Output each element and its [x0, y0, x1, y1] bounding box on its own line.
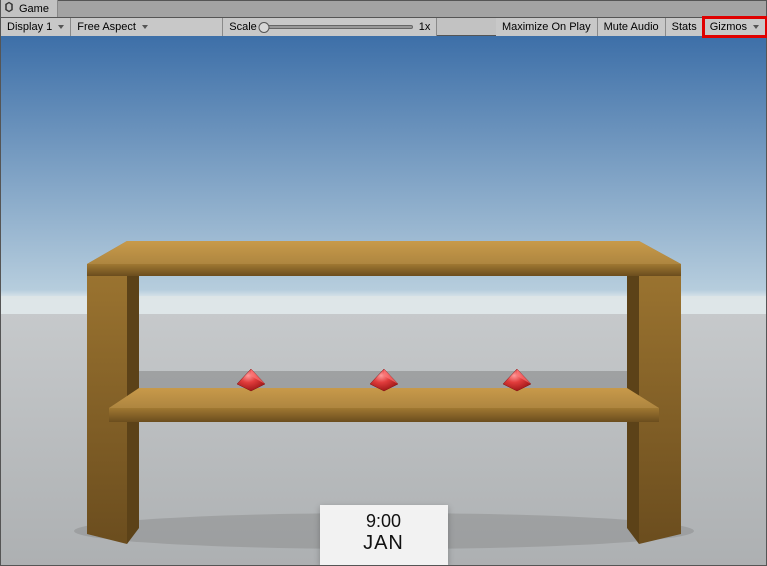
scale-slider[interactable] [263, 25, 413, 29]
toolbar: Display 1 Free Aspect Scale 1x Maximize … [1, 18, 766, 36]
gizmos-dropdown[interactable]: Gizmos [704, 18, 766, 36]
game-viewport: 9:00 JAN [1, 36, 766, 565]
scale-slider-thumb[interactable] [258, 22, 269, 33]
scale-control: Scale 1x [223, 18, 437, 36]
time-text: 9:00 [324, 511, 444, 532]
maximize-on-play-toggle[interactable]: Maximize On Play [496, 18, 598, 36]
display-dropdown[interactable]: Display 1 [1, 18, 71, 36]
unity-icon [3, 1, 15, 16]
stats-toggle[interactable]: Stats [666, 18, 704, 36]
time-card: 9:00 JAN [320, 505, 448, 565]
tab-row: Game [1, 1, 766, 18]
mute-audio-toggle[interactable]: Mute Audio [598, 18, 666, 36]
tab-label: Game [19, 3, 49, 15]
month-text: JAN [324, 532, 444, 555]
tab-game[interactable]: Game [1, 0, 58, 17]
scene-render [1, 36, 766, 565]
aspect-dropdown[interactable]: Free Aspect [71, 18, 223, 36]
scale-label: Scale [229, 21, 257, 33]
game-window: Game Display 1 Free Aspect Scale 1x Maxi… [0, 0, 767, 566]
scale-value: 1x [419, 21, 431, 33]
